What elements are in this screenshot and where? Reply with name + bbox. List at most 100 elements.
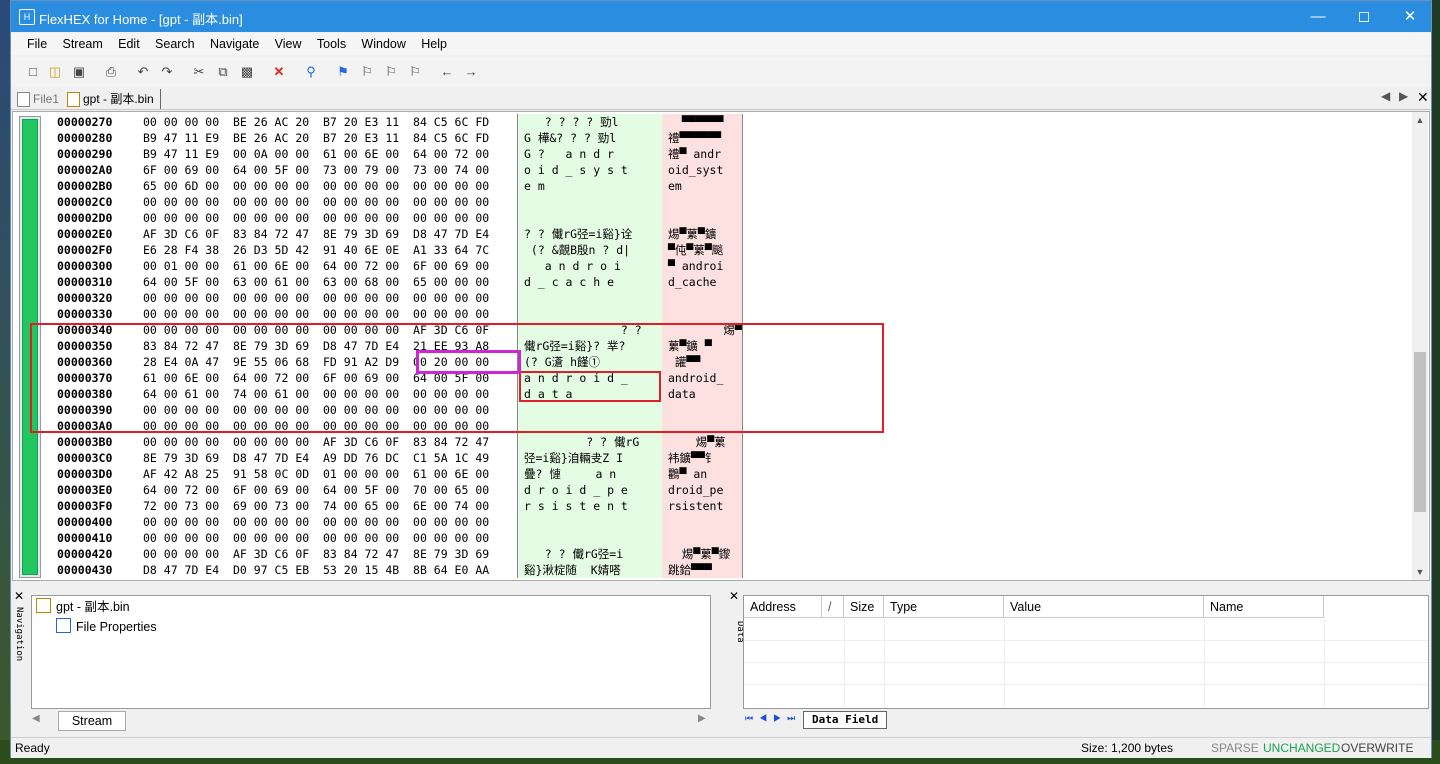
column-header-type[interactable]: Type — [884, 596, 1004, 618]
next-bookmark-icon[interactable]: ⚐ — [359, 64, 375, 80]
ansi-text-cell[interactable]: 弪=i谿}洎輛叏Z I — [524, 450, 623, 466]
unicode-text-cell[interactable]: ▀伅▀蔂▀颷 — [668, 242, 723, 258]
unicode-text-cell[interactable]: 焬▀蔂▀鑛 — [668, 226, 716, 242]
hex-vertical-scrollbar[interactable]: ▲ ▼ — [1412, 112, 1428, 580]
ansi-text-cell[interactable]: ? ? ? ? 勁l — [524, 114, 619, 130]
hex-bytes-cell[interactable]: AF 42 A8 25 91 58 0C 0D 01 00 00 00 61 0… — [143, 466, 489, 482]
tab-stream[interactable]: Stream — [58, 711, 126, 731]
hex-bytes-cell[interactable]: AF 3D C6 0F 83 84 72 47 8E 79 3D 69 D8 4… — [143, 226, 489, 242]
hex-bytes-cell[interactable]: 64 00 5F 00 63 00 61 00 63 00 68 00 65 0… — [143, 274, 489, 290]
data-field-grid[interactable]: Address / Size Type Value Name — [743, 595, 1429, 709]
tab-gpt-bin[interactable]: gpt - 副本.bin — [65, 89, 161, 109]
data-panel-close-icon[interactable]: ✕ — [729, 589, 739, 603]
navigation-close-icon[interactable]: ✕ — [14, 589, 24, 603]
find-icon[interactable]: ⚲ — [303, 64, 319, 80]
hex-bytes-cell[interactable]: 00 00 00 00 00 00 00 00 00 00 00 00 00 0… — [143, 530, 489, 546]
prev-bookmark-icon[interactable]: ⚐ — [383, 64, 399, 80]
minimize-button[interactable]: — — [1295, 1, 1341, 32]
ansi-text-cell[interactable]: d r o i d _ p e — [524, 482, 628, 498]
nav-scroll-left-icon[interactable]: ◀ — [32, 713, 40, 724]
close-button[interactable]: ✕ — [1387, 1, 1433, 32]
unicode-text-cell[interactable]: 鸜▀ an — [668, 466, 707, 482]
unicode-text-cell[interactable]: 跳鉿▀▀▀ — [668, 562, 712, 578]
tree-node-file[interactable]: gpt - 副本.bin — [36, 598, 130, 616]
unicode-text-cell[interactable]: 袆鑛▀▀钅 — [668, 450, 716, 466]
scroll-down-icon[interactable]: ▼ — [1412, 564, 1428, 580]
hex-bytes-cell[interactable]: B9 47 11 E9 BE 26 AC 20 B7 20 E3 11 84 C… — [143, 130, 489, 146]
column-header-address[interactable]: Address — [744, 596, 822, 618]
ansi-text-cell[interactable]: o i d _ s y s t — [524, 162, 628, 178]
hex-bytes-cell[interactable]: 00 00 00 00 00 00 00 00 00 00 00 00 00 0… — [143, 290, 489, 306]
column-header-value[interactable]: Value — [1004, 596, 1204, 618]
ansi-text-cell[interactable]: 疊? 慩 a n — [524, 466, 616, 482]
save-icon[interactable]: ▣ — [71, 64, 87, 80]
ansi-text-cell[interactable]: 谿}湫椗随 K婧嗒 — [524, 562, 621, 578]
cut-icon[interactable]: ✂ — [191, 64, 207, 80]
menu-edit[interactable]: Edit — [112, 33, 146, 55]
ansi-text-cell[interactable]: ? ? 儎rG — [524, 434, 639, 450]
column-header-size[interactable]: Size — [844, 596, 884, 618]
unicode-text-cell[interactable]: ▀ androi — [668, 258, 723, 274]
hex-bytes-cell[interactable]: 00 00 00 00 00 00 00 00 00 00 00 00 00 0… — [143, 194, 489, 210]
print-icon[interactable]: ⎙ — [103, 64, 119, 80]
maximize-button[interactable]: ◻ — [1341, 1, 1387, 32]
hex-editor[interactable]: 00000270 00000280 00000290 000002A0 000002B0… — [12, 111, 1430, 581]
menu-stream[interactable]: Stream — [57, 33, 109, 55]
ansi-text-cell[interactable]: ? ? 儎rG弪=i谿}诠 — [524, 226, 632, 242]
copy-icon[interactable]: ⧉ — [215, 64, 231, 80]
tree-node-file-properties[interactable]: File Properties — [56, 618, 157, 636]
menu-navigate[interactable]: Navigate — [204, 33, 265, 55]
tab-file1[interactable]: File1 — [15, 89, 59, 109]
menu-tools[interactable]: Tools — [311, 33, 352, 55]
tab-data-field[interactable]: Data Field — [803, 711, 888, 729]
paste-icon[interactable]: ▩ — [239, 64, 255, 80]
hex-bytes-cell[interactable]: E6 28 F4 38 26 D3 5D 42 91 40 6E 0E A1 3… — [143, 242, 489, 258]
menu-search[interactable]: Search — [149, 33, 201, 55]
column-header-sort[interactable]: / — [822, 596, 844, 618]
column-header-name[interactable]: Name — [1204, 596, 1324, 618]
ansi-text-cell[interactable]: a n d r o i — [524, 258, 621, 274]
unicode-text-cell[interactable]: rsistent — [668, 498, 723, 514]
hex-bytes-cell[interactable]: 00 00 00 00 00 00 00 00 00 00 00 00 00 0… — [143, 306, 489, 322]
open-folder-icon[interactable]: ◫ — [47, 64, 63, 80]
menu-file[interactable]: File — [21, 33, 53, 55]
hex-bytes-cell[interactable]: 72 00 73 00 69 00 73 00 74 00 65 00 6E 0… — [143, 498, 489, 514]
unicode-text-cell[interactable]: 焬▀蔂 — [668, 434, 726, 450]
forward-arrow-icon[interactable]: → — [463, 64, 479, 80]
ansi-text-cell[interactable]: r s i s t e n t — [524, 498, 628, 514]
hex-bytes-cell[interactable]: 00 00 00 00 00 00 00 00 00 00 00 00 00 0… — [143, 210, 489, 226]
nav-scroll-right-icon[interactable]: ▶ — [698, 713, 706, 724]
ansi-text-cell[interactable]: G 樺&? ? ? 勁l — [524, 130, 616, 146]
ansi-text-cell[interactable]: G ? a n d r — [524, 146, 614, 162]
menu-window[interactable]: Window — [355, 33, 411, 55]
hex-bytes-cell[interactable]: B9 47 11 E9 00 0A 00 00 61 00 6E 00 64 0… — [143, 146, 489, 162]
unicode-text-cell[interactable]: oid_syst — [668, 162, 723, 178]
undo-icon[interactable]: ↶ — [135, 64, 151, 80]
hex-bytes-cell[interactable]: 00 00 00 00 BE 26 AC 20 B7 20 E3 11 84 C… — [143, 114, 489, 130]
ansi-text-cell[interactable]: e m — [524, 178, 545, 194]
new-file-icon[interactable]: □ — [25, 64, 41, 80]
tab-scroll-right-icon[interactable]: ▶ — [1399, 89, 1408, 103]
unicode-text-cell[interactable]: em — [668, 178, 682, 194]
ansi-text-cell[interactable]: ? ? 儎rG弪=i — [524, 546, 623, 562]
hex-bytes-cell[interactable]: 6F 00 69 00 64 00 5F 00 73 00 79 00 73 0… — [143, 162, 489, 178]
hex-bytes-cell[interactable]: 00 00 00 00 00 00 00 00 AF 3D C6 0F 83 8… — [143, 434, 489, 450]
unicode-text-cell[interactable]: d_cache — [668, 274, 716, 290]
clear-bookmarks-icon[interactable]: ⚐ — [407, 64, 423, 80]
ansi-text-cell[interactable]: (? &覿B殷n ? d| — [524, 242, 630, 258]
hex-bytes-cell[interactable]: D8 47 7D E4 D0 97 C5 EB 53 20 15 4B 8B 6… — [143, 562, 489, 578]
tab-scroll-left-icon[interactable]: ◀ — [1381, 89, 1390, 103]
title-bar[interactable]: H FlexHEX for Home - [gpt - 副本.bin] — ◻ … — [11, 1, 1431, 32]
unicode-text-cell[interactable]: ▀▀▀▀▀▀ — [668, 114, 724, 130]
hex-bytes-cell[interactable]: 65 00 6D 00 00 00 00 00 00 00 00 00 00 0… — [143, 178, 489, 194]
ansi-text-cell[interactable]: d _ c a c h e — [524, 274, 614, 290]
scroll-up-icon[interactable]: ▲ — [1412, 112, 1428, 128]
hex-bytes-cell[interactable]: 64 00 72 00 6F 00 69 00 64 00 5F 00 70 0… — [143, 482, 489, 498]
unicode-text-cell[interactable]: 禮▀ andr — [668, 146, 721, 162]
bookmark-flag-icon[interactable]: ⚑ — [335, 64, 351, 80]
back-arrow-icon[interactable]: ← — [439, 64, 455, 80]
hex-bytes-cell[interactable]: 00 00 00 00 00 00 00 00 00 00 00 00 00 0… — [143, 514, 489, 530]
hex-bytes-cell[interactable]: 00 00 00 00 AF 3D C6 0F 83 84 72 47 8E 7… — [143, 546, 489, 562]
redo-icon[interactable]: ↷ — [159, 64, 175, 80]
record-navigation-icons[interactable]: ⏮◀▶⏭ — [745, 713, 801, 724]
